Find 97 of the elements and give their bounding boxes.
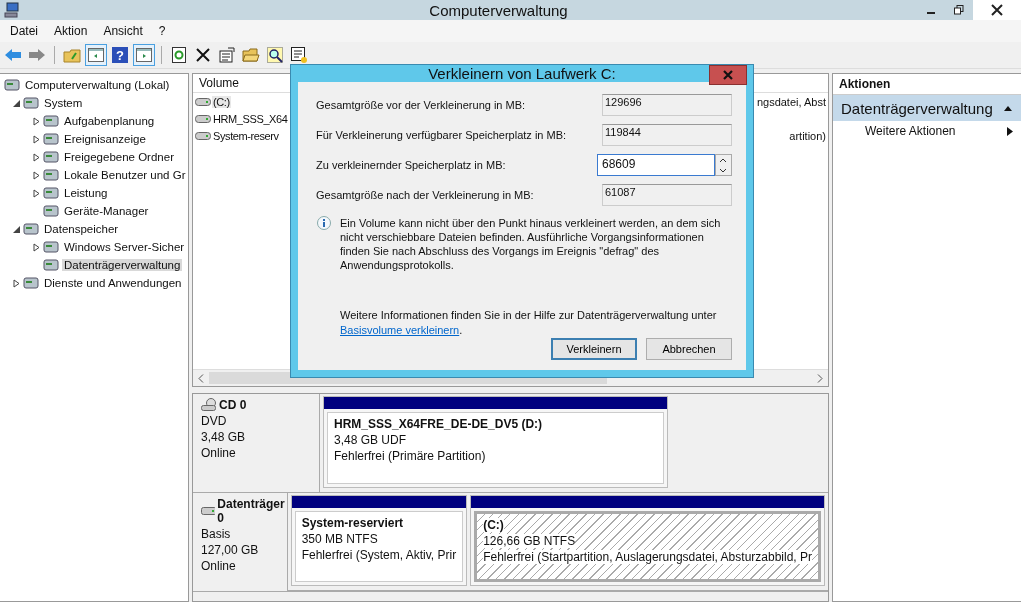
tree-item[interactable]: Leistung xyxy=(62,187,110,199)
actions-section[interactable]: Datenträgerverwaltung xyxy=(833,95,1021,121)
disk-name: Datenträger 0 xyxy=(217,497,286,525)
close-icon xyxy=(991,4,1003,16)
partition-status: Fehlerfrei (Primäre Partition) xyxy=(334,449,487,463)
tree-item[interactable]: Windows Server-Sicher xyxy=(62,241,187,253)
disk-status: Online xyxy=(201,559,237,573)
tree-item[interactable]: Lokale Benutzer und Gr xyxy=(62,169,188,181)
readonly-field: 129696 xyxy=(602,94,732,116)
collapse-arrow-icon xyxy=(1003,104,1013,112)
expander-icon[interactable] xyxy=(30,134,42,144)
node-icon xyxy=(43,113,59,129)
help-text: Weitere Informationen finden Sie in der Hilfe zur Datenträgerverwaltung unter xyxy=(340,309,717,321)
disk-size: 127,00 GB xyxy=(201,543,260,557)
drive-icon xyxy=(195,96,211,107)
expander-icon[interactable] xyxy=(30,116,42,126)
volume-row-label[interactable]: (C:) xyxy=(212,95,231,108)
dialog-button[interactable]: Verkleinern xyxy=(551,338,637,360)
node-icon xyxy=(23,275,39,291)
field-label: Gesamtgröße vor der Verkleinerung in MB: xyxy=(316,99,526,111)
partition-block[interactable]: (C:) 126,66 GB NTFS Fehlerfrei (Startpartition, Auslagerungsdatei, Absturzabbild, Pr xyxy=(470,495,825,586)
partition-block[interactable]: System-reserviert 350 MB NTFS Fehlerfrei (System, Aktiv, Prir xyxy=(290,495,468,586)
dialog-title: Verkleinern von Laufwerk C: xyxy=(428,65,616,82)
tree-item[interactable]: System xyxy=(42,97,85,109)
optical-drive-icon xyxy=(201,398,217,412)
node-icon xyxy=(23,221,39,237)
node-icon xyxy=(43,257,59,273)
settings-button[interactable] xyxy=(288,44,310,66)
field-label: Gesamtgröße nach der Verkleinerung in MB: xyxy=(316,189,534,201)
partition-size: 350 MB NTFS xyxy=(301,532,379,546)
disk-type: Basis xyxy=(201,527,232,541)
minimize-icon xyxy=(927,12,935,14)
partition-size: 3,48 GB UDF xyxy=(334,433,408,447)
search-button[interactable] xyxy=(264,44,286,66)
number-input-field[interactable]: 68609 xyxy=(597,154,715,176)
readonly-field: 61087 xyxy=(602,184,732,206)
node-icon xyxy=(4,77,20,93)
partition-name: System-reserviert xyxy=(301,516,405,530)
menu-item[interactable]: ? xyxy=(150,24,174,38)
partition-name: HRM_SSS_X64FRE_DE-DE_DV5 (D:) xyxy=(334,417,544,431)
volume-row-label[interactable]: System-reserv xyxy=(212,129,280,142)
node-icon xyxy=(23,95,39,111)
node-icon xyxy=(43,239,59,255)
expander-icon[interactable] xyxy=(30,170,42,180)
expander-icon[interactable] xyxy=(30,188,42,198)
tree-item[interactable]: Dienste und Anwendungen xyxy=(42,277,184,289)
disk-type: DVD xyxy=(201,414,228,428)
menu-item[interactable]: Datei xyxy=(2,24,46,38)
tree-item[interactable]: Ereignisanzeige xyxy=(62,133,148,145)
close-icon xyxy=(723,70,733,80)
partition-block[interactable]: HRM_SSS_X64FRE_DE-DE_DV5 (D:) 3,48 GB UDF Fehlerfrei (Primäre Partition) xyxy=(323,396,668,488)
spin-buttons[interactable] xyxy=(715,154,732,176)
column-header[interactable]: Volume xyxy=(193,76,240,90)
help-button[interactable]: ? xyxy=(109,44,131,66)
tree-item[interactable]: Computerverwaltung (Lokal) xyxy=(23,79,172,91)
readonly-field: 119844 xyxy=(602,124,732,146)
partition-status: Fehlerfrei (System, Aktiv, Prir xyxy=(301,548,457,562)
partition-status: Fehlerfrei (Startpartition, Auslagerungsdatei, Absturzabbild, Pr xyxy=(483,550,812,564)
drive-icon xyxy=(195,130,211,141)
node-icon xyxy=(43,185,59,201)
expander-icon[interactable] xyxy=(30,242,42,252)
volume-row-label[interactable]: HRM_SSS_X64 xyxy=(212,112,289,125)
disk-name: CD 0 xyxy=(219,398,247,412)
help-punctuation: . xyxy=(459,324,463,336)
menu-item[interactable]: Aktion xyxy=(46,24,96,38)
partition-name: (C:) xyxy=(483,518,504,532)
info-text: Ein Volume kann nicht über den Punkt hinaus verkleinert werden, an dem sich nicht verschiebbare Dateien befinden. Ausführliche Vorgangsinformationen finden Sie nach Abschluss des Vorgangs im Ereignis "defrag" des Anwendungsprotokolls. xyxy=(340,216,722,272)
node-icon xyxy=(43,149,59,165)
partition-size: 126,66 GB NTFS xyxy=(483,534,576,548)
volume-detail: ngsdatei, Abst xyxy=(756,95,826,108)
disk-status: Online xyxy=(201,446,237,460)
tree-item[interactable]: Geräte-Manager xyxy=(62,205,151,217)
submenu-arrow-icon xyxy=(1007,126,1013,136)
close-button[interactable] xyxy=(973,0,1021,20)
action-item[interactable]: Weitere Aktionen xyxy=(865,124,956,138)
field-label: Zu verkleinernder Speicherplatz in MB: xyxy=(316,159,506,171)
expander-icon[interactable] xyxy=(10,278,22,288)
node-icon xyxy=(43,203,59,219)
pane-toggle-button[interactable] xyxy=(133,44,155,66)
node-icon xyxy=(43,167,59,183)
tree-item[interactable]: Freigegebene Ordner xyxy=(62,151,176,163)
node-icon xyxy=(43,131,59,147)
field-label: Für Verkleinerung verfügbarer Speicherplatz in MB: xyxy=(316,129,567,141)
window-title: Computerverwaltung xyxy=(428,1,569,19)
tree-item[interactable]: Datenträgerverwaltung xyxy=(62,259,183,271)
info-icon xyxy=(316,216,332,232)
menu-item[interactable]: Ansicht xyxy=(95,24,151,38)
computer-icon xyxy=(4,2,20,18)
expander-icon[interactable] xyxy=(30,152,42,162)
restore-icon xyxy=(954,5,964,15)
disk-size: 3,48 GB xyxy=(201,430,247,444)
dialog-button[interactable]: Abbrechen xyxy=(646,338,732,360)
drive-icon xyxy=(195,113,211,124)
volume-detail: artition) xyxy=(789,129,826,142)
tree-item[interactable]: Datenspeicher xyxy=(42,223,121,235)
tree-item[interactable]: Aufgabenplanung xyxy=(62,115,157,127)
pane-toggle-button[interactable] xyxy=(85,44,107,66)
